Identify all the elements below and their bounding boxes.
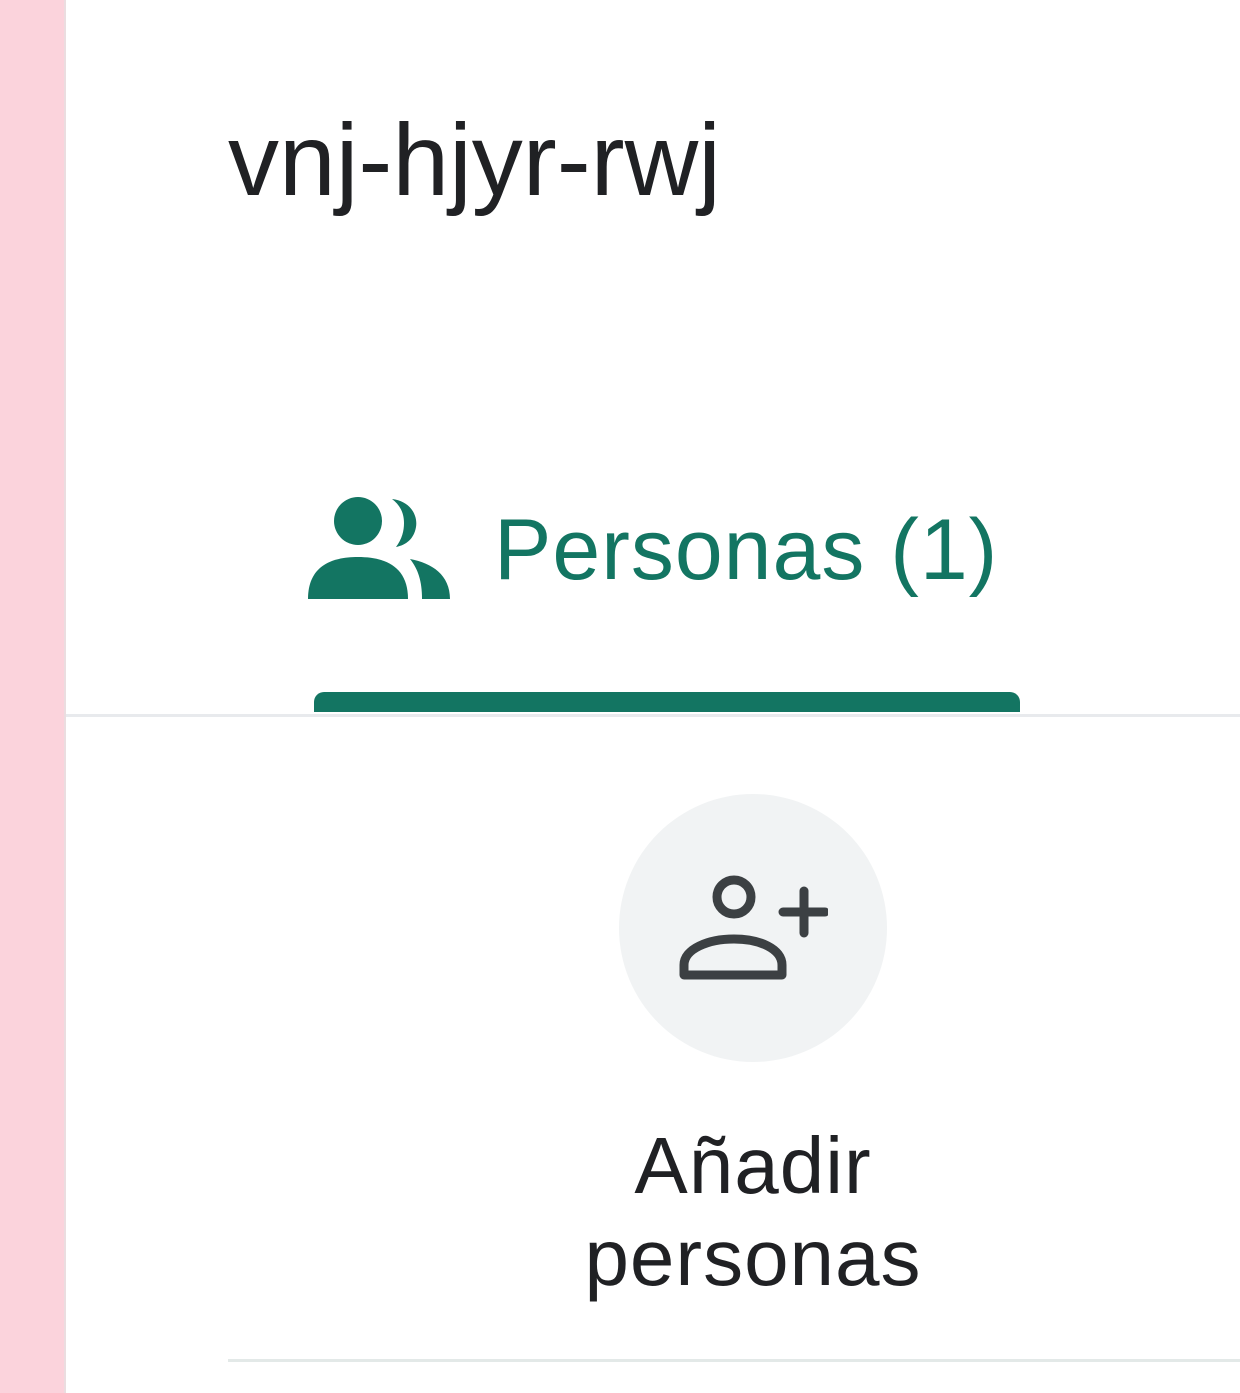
add-people-label: Añadir personas [536, 1120, 970, 1304]
add-people-icon-circle[interactable] [619, 794, 887, 1062]
tab-divider [66, 714, 1240, 717]
section-divider [228, 1359, 1240, 1362]
meeting-details-panel: vnj-hjyr-rwj Personas (1) Añadir persona… [66, 0, 1240, 1393]
add-people-button[interactable]: Añadir personas [536, 794, 970, 1304]
tab-people-label: Personas (1) [494, 502, 999, 598]
add-people-label-line2: personas [584, 1213, 922, 1302]
tab-selected-indicator [314, 692, 1020, 712]
people-icon [308, 497, 450, 599]
side-strip [0, 0, 66, 1393]
tab-people[interactable]: Personas (1) [306, 480, 998, 620]
meeting-details-window: vnj-hjyr-rwj Personas (1) Añadir persona… [0, 0, 1240, 1393]
add-people-label-line1: Añadir [634, 1121, 872, 1210]
person-add-icon [679, 875, 828, 980]
meeting-code: vnj-hjyr-rwj [228, 103, 721, 217]
